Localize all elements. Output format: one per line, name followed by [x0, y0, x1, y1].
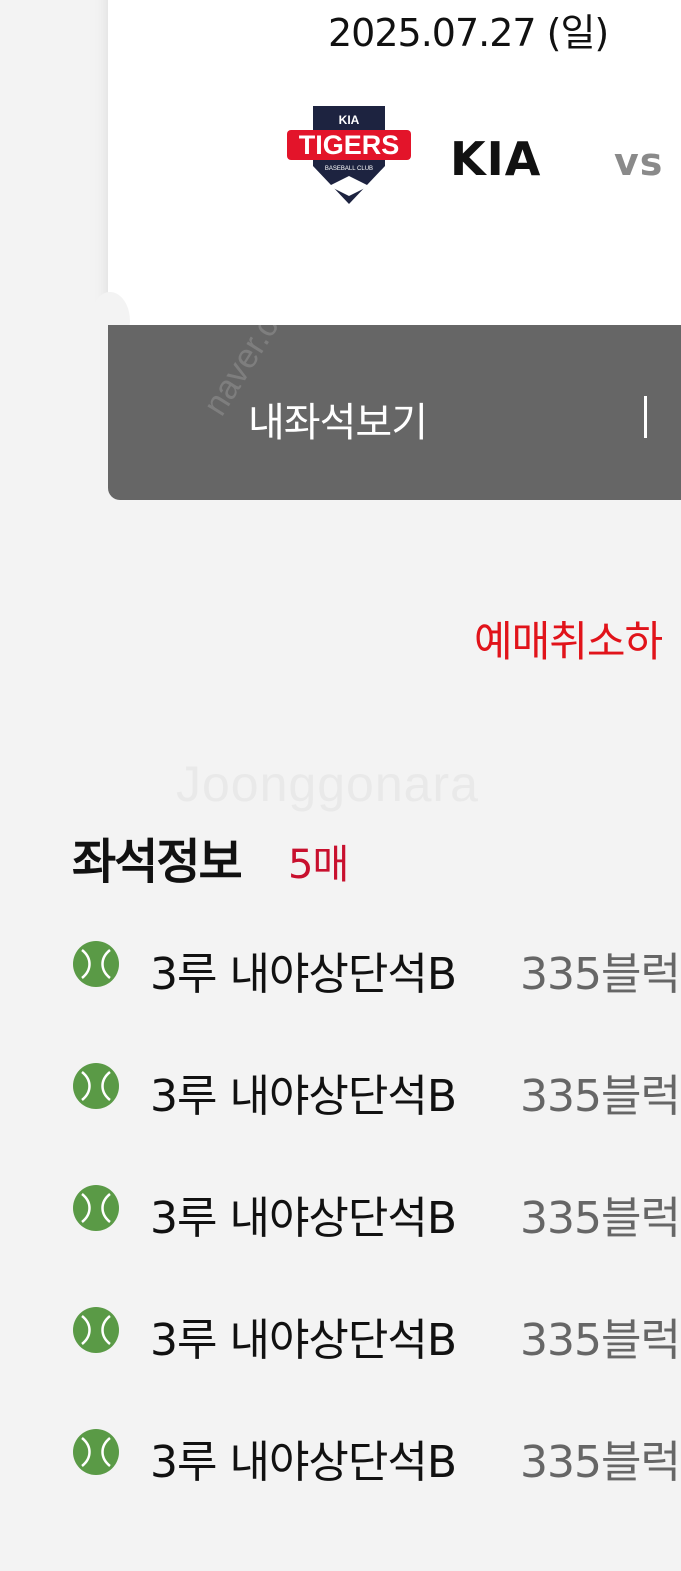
seat-row: 3루 내야상단석B 335블럭	[0, 1418, 681, 1488]
svg-text:KIA: KIA	[339, 113, 360, 127]
seat-info-title: 좌석정보	[72, 834, 243, 890]
action-divider	[644, 396, 647, 438]
seat-count: 5매	[288, 842, 349, 888]
kia-tigers-logo-icon: TIGERS KIA BASEBALL CLUB	[287, 106, 411, 204]
seat-row: 3루 내야상단석B 335블럭	[0, 930, 681, 1000]
seat-block: 335블럭	[520, 1315, 681, 1366]
seat-name: 3루 내야상단석B	[150, 1315, 457, 1366]
seat-block: 335블럭	[520, 1193, 681, 1244]
seat-block: 335블럭	[520, 1071, 681, 1122]
baseball-icon	[73, 1307, 119, 1353]
logo-subtext: BASEBALL CLUB	[325, 166, 373, 172]
baseball-icon	[73, 1063, 119, 1109]
baseball-icon	[73, 1185, 119, 1231]
seat-block: 335블럭	[520, 1437, 681, 1488]
baseball-icon	[73, 1429, 119, 1475]
vs-label: vs	[614, 140, 664, 184]
home-team-name: KIA	[450, 132, 542, 186]
seat-name: 3루 내야상단석B	[150, 1193, 457, 1244]
cancel-reservation-link[interactable]: 예매취소하	[474, 608, 663, 669]
logo-text: TIGERS	[299, 130, 400, 160]
seat-row: 3루 내야상단석B 335블럭	[0, 1174, 681, 1244]
seat-row: 3루 내야상단석B 335블럭	[0, 1052, 681, 1122]
seat-name: 3루 내야상단석B	[150, 1071, 457, 1122]
view-my-seat-button[interactable]: 내좌석보기	[248, 390, 428, 448]
baseball-icon	[73, 941, 119, 987]
seat-name: 3루 내야상단석B	[150, 1437, 457, 1488]
seat-row: 3루 내야상단석B 335블럭	[0, 1296, 681, 1366]
seat-block: 335블럭	[520, 949, 681, 1000]
seat-name: 3루 내야상단석B	[150, 949, 457, 1000]
watermark-text: Joonggonara	[176, 756, 479, 812]
game-date: 2025.07.27 (일)	[328, 11, 609, 55]
